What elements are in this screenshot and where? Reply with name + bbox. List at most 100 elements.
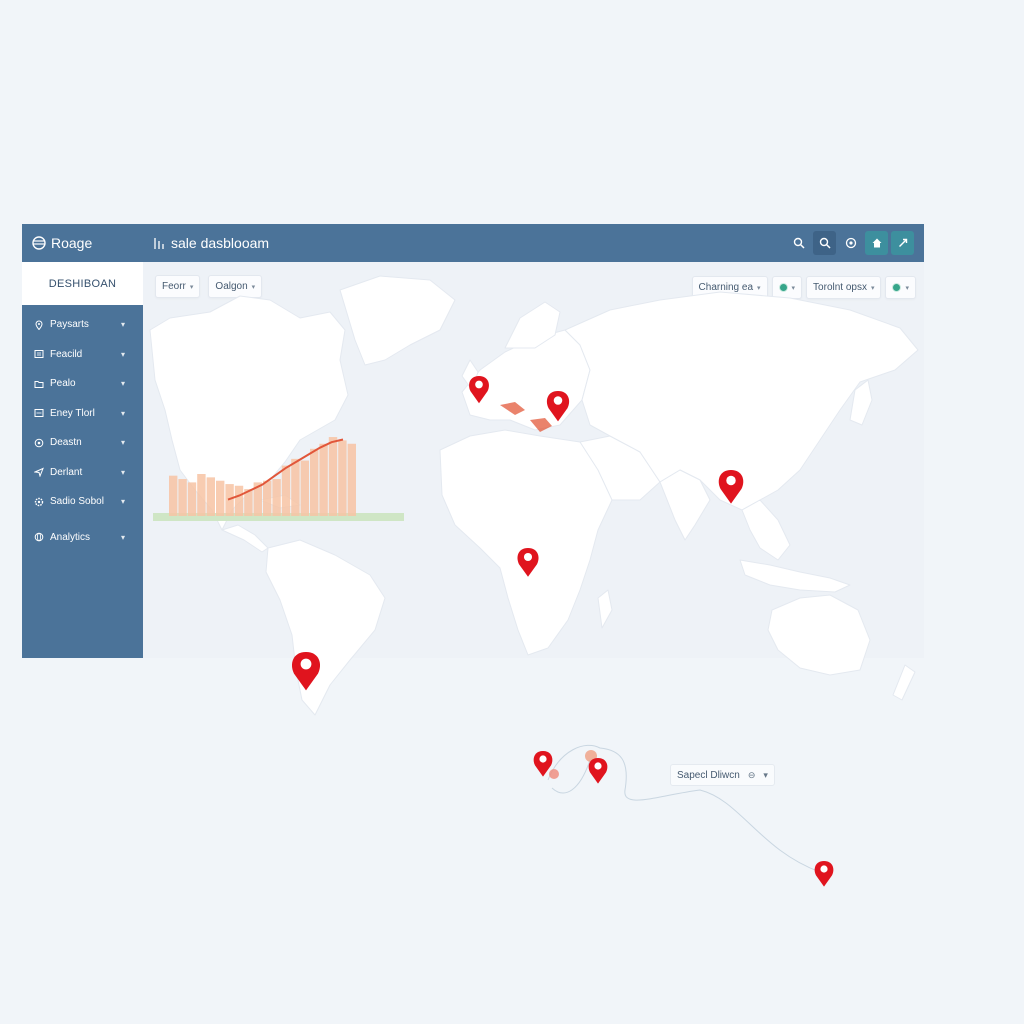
chevron-down-icon: ▾ <box>120 497 125 507</box>
gear-icon <box>34 497 44 506</box>
chart-bar <box>169 475 178 516</box>
chart-bar <box>187 482 197 516</box>
send-icon <box>34 467 44 478</box>
sidebar: DESHIBOAN Paysarts ▾ Feacild ▾ Pealo ▾ E… <box>22 262 143 658</box>
chart-bar <box>347 443 356 516</box>
zoom-button[interactable] <box>813 231 836 255</box>
sidebar-item-derlant[interactable]: Derlant ▾ <box>22 458 143 488</box>
topbar-actions <box>787 231 914 255</box>
sidebar-item-label: Derlant <box>50 466 83 478</box>
filter-label: Charning ea <box>698 282 754 293</box>
map-pin-route-1 <box>533 751 553 777</box>
search-button[interactable] <box>787 231 810 255</box>
sidebar-item-sadio-sobol[interactable]: Sadio Sobol ▾ <box>22 487 143 517</box>
expand-icon <box>898 238 907 247</box>
filter-group-left: Feorr ▾ Oalgon ▾ <box>155 275 263 298</box>
chevron-down-icon: ▾ <box>757 284 761 292</box>
route-dot <box>585 750 597 762</box>
folder-icon <box>34 380 44 388</box>
filter-dropdown-feorr[interactable]: Feorr ▾ <box>155 275 201 298</box>
status-dot-icon <box>892 283 902 292</box>
sidebar-item-label: Eney Tlorl <box>50 407 95 419</box>
info-icon: ⊖ <box>747 769 756 780</box>
sidebar-header[interactable]: DESHIBOAN <box>22 262 143 305</box>
chevron-down-icon: ▾ <box>120 379 125 389</box>
brand-name: Roage <box>51 235 93 251</box>
chevron-down-icon: ▾ <box>791 284 796 292</box>
floating-label[interactable]: Sapecl Dliwcn ⊖ ▾ <box>670 764 775 786</box>
sidebar-item-eney-tlorl[interactable]: Eney Tlorl ▾ <box>22 399 143 429</box>
sidebar-item-label: Feacild <box>50 348 83 360</box>
chart-bar <box>216 480 225 516</box>
bar-chart-icon <box>154 237 164 249</box>
globe-icon <box>34 532 44 542</box>
document-icon <box>34 350 44 359</box>
chart-bar <box>328 437 338 516</box>
chart-bar <box>319 443 328 516</box>
brand-logo-icon <box>32 236 46 250</box>
sidebar-item-label: Analytics <box>50 531 91 543</box>
search-icon <box>793 237 805 249</box>
overlay-bar-chart <box>153 437 404 521</box>
chevron-down-icon: ▾ <box>763 769 768 780</box>
new-zealand-shape <box>892 664 916 701</box>
home-icon <box>872 238 881 248</box>
chart-bar <box>338 440 347 516</box>
chart-bar <box>291 458 300 516</box>
route-line <box>551 759 591 794</box>
chart-bar <box>310 448 319 516</box>
search-icon <box>819 237 831 249</box>
expand-button[interactable] <box>891 231 914 255</box>
chevron-down-icon: ▾ <box>120 532 125 542</box>
status-dot-icon <box>778 283 788 292</box>
settings-button[interactable] <box>839 231 862 255</box>
chevron-down-icon: ▾ <box>870 284 875 292</box>
list-icon <box>34 409 44 418</box>
sidebar-item-label: Deastn <box>50 437 82 449</box>
chart-bar <box>300 460 309 516</box>
sidebar-item-pealo[interactable]: Pealo ▾ <box>22 369 143 399</box>
location-pin-icon <box>35 320 43 330</box>
chevron-down-icon: ▾ <box>120 467 125 477</box>
filter-dropdown-charning[interactable]: Charning ea ▾ <box>691 276 768 299</box>
sidebar-item-label: Pealo <box>50 378 76 390</box>
status-toggle-2[interactable]: ▾ <box>885 276 916 299</box>
chart-bar <box>263 480 272 516</box>
map-pin-route-2 <box>588 758 608 784</box>
chart-bar <box>272 479 281 516</box>
map-pin-route-3 <box>814 861 834 887</box>
route-dot <box>549 769 559 779</box>
brand[interactable]: Roage <box>22 224 143 262</box>
chevron-down-icon: ▾ <box>905 284 909 292</box>
page-title: sale dasblooam <box>143 235 269 251</box>
chevron-down-icon: ▾ <box>251 283 256 291</box>
home-button[interactable] <box>865 231 888 255</box>
chart-bar <box>178 479 187 516</box>
filter-label: Oalgon <box>215 281 248 292</box>
filter-label: Feorr <box>162 281 186 292</box>
chevron-down-icon: ▾ <box>120 408 125 418</box>
target-icon <box>34 438 44 448</box>
chevron-down-icon: ▾ <box>120 320 125 330</box>
filter-label: Torolnt opsx <box>813 282 867 293</box>
chart-bar <box>197 474 206 516</box>
chart-bar <box>206 477 215 516</box>
filter-dropdown-torolnt[interactable]: Torolnt opsx ▾ <box>806 276 882 299</box>
chevron-down-icon: ▾ <box>120 349 125 359</box>
filter-group-right: Charning ea ▾ ▾ Torolnt opsx ▾ ▾ <box>691 276 916 299</box>
sidebar-item-label: Sadio Sobol <box>50 496 104 508</box>
chevron-down-icon: ▾ <box>189 283 194 291</box>
chart-bar <box>281 465 291 516</box>
floating-label-text: Sapecl Dliwcn <box>677 769 740 781</box>
sidebar-item-analytics[interactable]: Analytics ▾ <box>22 523 143 553</box>
sidebar-items: Paysarts ▾ Feacild ▾ Pealo ▾ Eney Tlorl … <box>22 305 143 552</box>
page-title-text: sale dasblooam <box>171 235 270 251</box>
settings-icon <box>845 237 856 249</box>
top-bar: Roage sale dasblooam <box>22 224 924 262</box>
status-toggle-1[interactable]: ▾ <box>771 276 803 299</box>
sidebar-item-deastn[interactable]: Deastn ▾ <box>22 428 143 458</box>
chart-bar <box>234 485 244 516</box>
sidebar-item-paysarts[interactable]: Paysarts ▾ <box>22 310 143 340</box>
filter-dropdown-oalgon[interactable]: Oalgon ▾ <box>208 275 263 298</box>
sidebar-item-feacild[interactable]: Feacild ▾ <box>22 340 143 370</box>
